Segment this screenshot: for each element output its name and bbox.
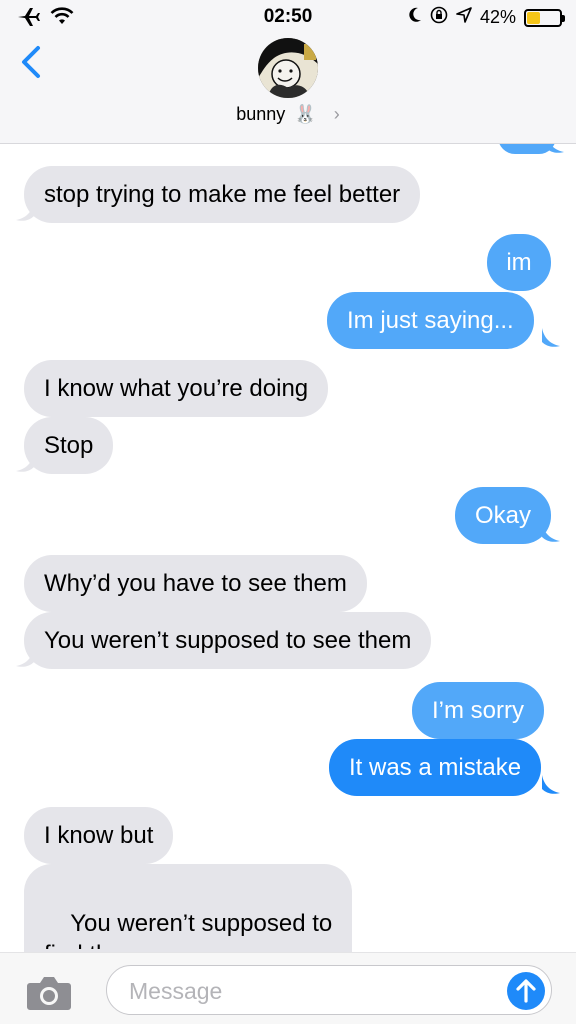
message-bubble-outgoing[interactable]: It was a mistake [329,739,542,796]
contact-avatar[interactable] [258,38,318,98]
orientation-lock-icon [430,6,448,29]
message-text: I know but [44,822,154,849]
battery-level [527,11,540,24]
message-text: Okay [475,502,532,529]
contact-name-row[interactable]: bunny 🐰 › [0,104,576,125]
message-bubble-incoming[interactable]: You weren’t supposed to find them [24,864,353,952]
bubble-tail [542,775,560,794]
battery-icon [524,8,565,27]
bubble-tail [542,523,560,542]
bubble-tail [16,648,34,667]
bubble-tail [546,144,564,153]
battery-percent: 42% [479,7,516,27]
contact-name: bunny [236,104,286,124]
message-text: I know what you’re doing [44,375,309,402]
message-bubble-incoming[interactable]: stop trying to make me feel better [24,166,421,223]
message-text: You weren’t supposed to see them [44,627,412,654]
status-right: 42% [408,6,565,29]
conversation-header: 02:50 42% bunny 🐰 › [0,0,576,144]
moon-icon [408,7,422,28]
back-button[interactable] [16,44,46,80]
message-bubble-incoming[interactable]: I know but [24,807,174,864]
message-bubble-incoming[interactable]: You weren’t supposed to see them [24,612,432,669]
message-placeholder: Message [129,978,223,1004]
message-text: im [506,249,532,276]
status-bar: 02:50 42% [0,0,576,34]
bubble-tail [542,328,560,347]
message-bubble-outgoing[interactable]: Okay [455,487,552,544]
bubble-tail [16,453,34,472]
message-bubble-outgoing[interactable]: im [487,234,551,291]
message-thread: stop trying to make me feel better im Im… [0,144,576,952]
message-bubble-incoming[interactable]: I know what you’re doing [24,360,329,417]
message-text: Why’d you have to see them [44,570,347,597]
message-input[interactable]: Message [106,965,552,1015]
message-text: Stop [44,432,94,459]
message-text: Im just saying... [347,307,514,334]
bubble-tail [16,202,34,221]
message-text: It was a mistake [349,754,522,781]
message-text: I’m sorry [432,697,524,724]
message-bubble-incoming[interactable]: Why’d you have to see them [24,555,367,612]
compose-bar: Message [0,952,576,1024]
send-arrow-icon[interactable] [507,972,545,1010]
bunny-icon: 🐰 [294,104,317,124]
message-text: stop trying to make me feel better [44,181,401,208]
message-bubble-outgoing[interactable]: I’m sorry [412,682,544,739]
message-bubble-incoming[interactable]: Stop [24,417,114,474]
message-bubble-outgoing[interactable]: Im just saying... [327,292,534,349]
camera-icon[interactable] [26,975,72,1011]
location-arrow-icon [456,7,472,28]
message-text: You weren’t supposed to find them [44,910,333,952]
chevron-right-icon: › [333,104,340,124]
